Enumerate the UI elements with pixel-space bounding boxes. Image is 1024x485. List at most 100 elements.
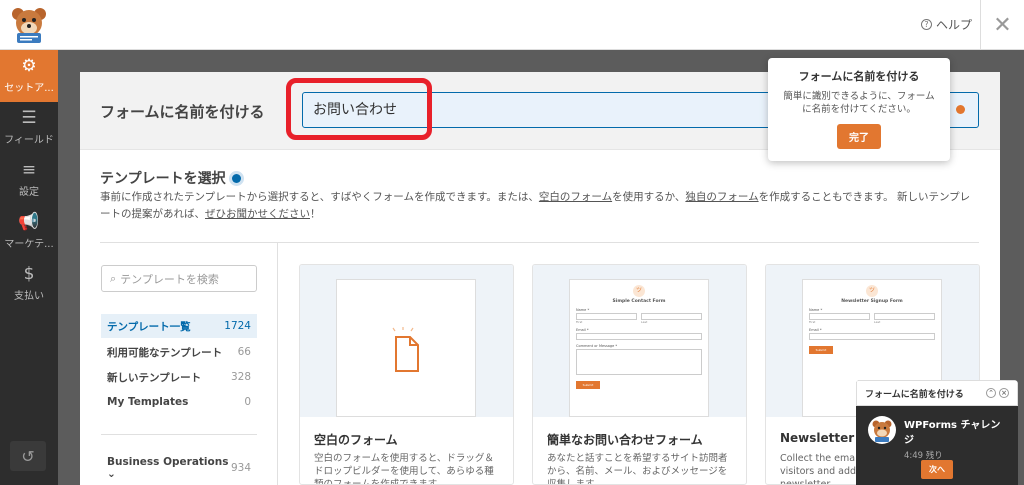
preview-sublabel: First <box>809 320 816 324</box>
template-section-heading: テンプレートを選択 <box>100 171 226 187</box>
annotation-highlight-box <box>286 78 432 140</box>
challenge-header: フォームに名前を付ける ⌃ × <box>856 380 1018 406</box>
template-section-title: テンプレートを選択 <box>100 168 241 188</box>
sidebar-item-marketing[interactable]: 📢 マーケテ... <box>0 206 58 258</box>
form-name-label: フォームに名前を付ける <box>100 103 265 121</box>
preview-sublabel: Last <box>874 320 881 324</box>
template-search-input[interactable]: ⌕ テンプレートを検索 <box>101 265 257 292</box>
history-icon: ↺ <box>21 446 35 466</box>
category-label: 利用可能なテンプレート <box>107 346 223 359</box>
category-count: 328 <box>230 371 251 383</box>
sidebar-item-payments[interactable]: $ 支払い <box>0 258 58 310</box>
preview-submit: Submit <box>809 346 833 354</box>
form-name-tooltip: フォームに名前を付ける 簡単に識別できるように、フォームに名前を付けてください。… <box>768 58 950 161</box>
template-preview: ツ Simple Contact Form Name * First Last E… <box>533 265 746 417</box>
chevron-down-icon: ⌄ <box>107 468 116 480</box>
sidebar-item-label: フィールド <box>4 135 54 146</box>
preview-input <box>809 333 935 340</box>
wpforms-logo <box>0 0 58 50</box>
template-preview <box>300 265 513 417</box>
form-logo-icon: ツ <box>633 285 645 297</box>
dollar-icon: $ <box>23 264 35 284</box>
help-label: ヘルプ <box>935 18 972 32</box>
tooltip-title: フォームに名前を付ける <box>798 70 920 83</box>
sidebar-item-label: マーケテ... <box>4 239 54 250</box>
template-card-title: 簡単なお問い合わせフォーム <box>547 433 703 447</box>
category-count: 934 <box>230 462 251 474</box>
builder-sidebar: ⚙ セットア... ☰ フィールド ≡ 設定 📢 マーケテ... $ 支払い ↺ <box>0 50 58 485</box>
category-label: Business Operations <box>107 456 229 468</box>
preview-label: Comment or Message * <box>576 344 618 348</box>
preview-form-title: Simple Contact Form <box>612 299 666 304</box>
sidebar-item-setup[interactable]: ⚙ セットア... <box>0 50 58 102</box>
tooltip-indicator-dot <box>956 105 965 114</box>
mascot-avatar <box>868 416 896 444</box>
template-card-title: 空白のフォーム <box>314 433 398 447</box>
sidebar-item-label: 設定 <box>19 187 39 198</box>
next-button[interactable]: 次へ <box>921 460 953 479</box>
category-new-templates[interactable]: 新しいテンプレート 328 <box>101 365 257 389</box>
category-count: 66 <box>237 346 251 358</box>
search-placeholder: テンプレートを検索 <box>120 272 219 286</box>
challenge-step-label: フォームに名前を付ける <box>865 389 964 400</box>
gear-icon: ⚙ <box>21 56 37 76</box>
category-my-templates[interactable]: My Templates 0 <box>101 390 257 414</box>
preview-input <box>641 313 702 320</box>
search-icon: ⌕ <box>110 271 117 285</box>
preview-form-title: Newsletter Signup Form <box>841 299 903 304</box>
preview-input <box>576 333 702 340</box>
suggest-template-link[interactable]: ぜひお聞かせください <box>205 208 310 220</box>
divider <box>100 242 979 243</box>
question-circle-icon: ? <box>920 19 932 30</box>
preview-label: Email * <box>576 328 589 332</box>
preview-label: Name * <box>809 308 823 312</box>
category-count: 0 <box>244 396 251 408</box>
sidebar-item-fields[interactable]: ☰ フィールド <box>0 102 58 154</box>
template-card-blank[interactable]: 空白のフォーム 空白のフォームを使用すると、ドラッグ＆ドロップビルダーを使用して… <box>299 264 514 485</box>
template-card-simple-contact[interactable]: ツ Simple Contact Form Name * First Last E… <box>532 264 747 485</box>
sidebar-item-label: セットア... <box>4 83 54 94</box>
sidebar-item-settings[interactable]: ≡ 設定 <box>0 154 58 206</box>
sliders-icon: ≡ <box>21 160 37 180</box>
close-icon[interactable]: × <box>999 388 1009 398</box>
template-preview-page <box>336 279 476 417</box>
challenge-step-dot <box>231 173 241 183</box>
blank-form-link[interactable]: 空白のフォーム <box>539 191 612 203</box>
template-description: 事前に作成されたテンプレートから選択すると、すばやくフォームを作成できます。また… <box>100 189 980 223</box>
category-label: テンプレート一覧 <box>107 320 191 333</box>
preview-label: Name * <box>576 308 590 312</box>
template-card-description: 空白のフォームを使用すると、ドラッグ＆ドロップビルダーを使用して、あらゆる種類の… <box>314 453 494 485</box>
tooltip-text: 簡単に識別できるように、フォームに名前を付けてください。 <box>783 91 935 115</box>
template-card-description: あなたと話すことを希望するサイト訪問者から、名前、メール、およびメッセージを収集… <box>547 453 728 485</box>
done-button[interactable]: 完了 <box>837 124 881 149</box>
preview-label: Email * <box>809 328 822 332</box>
category-count: 1724 <box>224 320 251 332</box>
list-icon: ☰ <box>21 108 37 128</box>
top-bar: ? ヘルプ ✕ <box>0 0 1024 50</box>
category-business-operations[interactable]: Business Operations ⌄ 934 <box>101 456 257 480</box>
preview-submit: Submit <box>576 381 600 389</box>
category-label: My Templates <box>107 396 189 408</box>
form-logo-icon: ツ <box>866 285 878 297</box>
close-button[interactable]: ✕ <box>980 0 1024 50</box>
category-available-templates[interactable]: 利用可能なテンプレート 66 <box>101 340 257 364</box>
preview-input <box>874 313 935 320</box>
sidebar-item-label: 支払い <box>14 291 44 302</box>
desc-text: 事前に作成されたテンプレートから選択すると、すばやくフォームを作成できます。また… <box>100 191 539 203</box>
close-icon: ✕ <box>993 12 1012 38</box>
collapse-icon[interactable]: ⌃ <box>986 388 996 398</box>
megaphone-icon: 📢 <box>18 212 40 232</box>
desc-text: ！ <box>310 208 321 220</box>
divider <box>101 434 257 435</box>
revisions-button[interactable]: ↺ <box>10 441 46 471</box>
custom-form-link[interactable]: 独自のフォーム <box>685 191 758 203</box>
wpforms-challenge-widget: フォームに名前を付ける ⌃ × WPForms チャレンジ 4:49 残り 次へ <box>856 380 1018 485</box>
preview-input <box>809 313 870 320</box>
help-link[interactable]: ? ヘルプ <box>920 16 972 33</box>
divider <box>277 243 278 485</box>
challenge-title: WPForms チャレンジ <box>904 420 1001 446</box>
challenge-body: WPForms チャレンジ 4:49 残り <box>856 406 1018 461</box>
preview-sublabel: First <box>576 320 583 324</box>
category-all-templates[interactable]: テンプレート一覧 1724 <box>101 314 257 338</box>
preview-sublabel: Last <box>641 320 648 324</box>
